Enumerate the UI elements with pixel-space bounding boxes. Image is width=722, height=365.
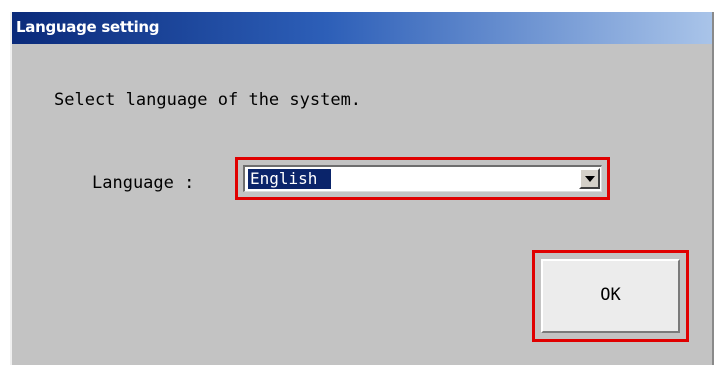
chevron-down-icon xyxy=(585,176,595,182)
ok-button-highlight: OK xyxy=(532,250,689,342)
language-setting-dialog: Language setting Select language of the … xyxy=(10,12,714,365)
title-bar: Language setting xyxy=(12,12,712,44)
language-label: Language : xyxy=(92,173,195,193)
language-select-highlight: English xyxy=(235,157,610,200)
dialog-title: Language setting xyxy=(16,18,160,36)
language-selected-value: English xyxy=(248,169,332,189)
dropdown-button[interactable] xyxy=(579,168,600,189)
language-select[interactable]: English xyxy=(243,165,602,192)
ok-button[interactable]: OK xyxy=(541,259,680,333)
instruction-text: Select language of the system. xyxy=(54,90,362,110)
